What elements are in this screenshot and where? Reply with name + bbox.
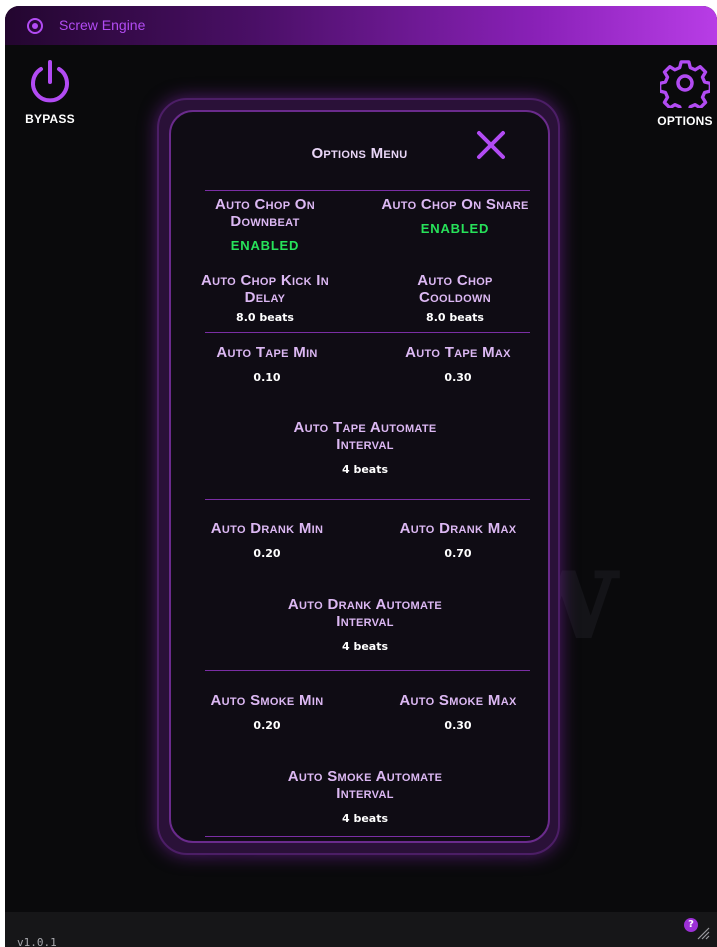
value-auto-smoke-min[interactable]: 0.20 xyxy=(187,719,347,732)
value-auto-smoke-interval[interactable]: 4 beats xyxy=(270,812,460,825)
option-label: Auto Tape Max xyxy=(405,344,511,361)
option-auto-tape-interval: Auto Tape Automate Interval 4 beats xyxy=(270,419,460,476)
option-auto-drank-max: Auto Drank Max 0.70 xyxy=(378,520,538,560)
option-auto-chop-downbeat: Auto Chop On Downbeat ENABLED xyxy=(185,196,345,253)
value-auto-drank-max[interactable]: 0.70 xyxy=(378,547,538,560)
bypass-label: BYPASS xyxy=(25,112,75,126)
option-auto-chop-snare: Auto Chop On Snare ENABLED xyxy=(375,196,535,236)
value-auto-chop-cooldown[interactable]: 8.0 beats xyxy=(385,311,525,324)
divider xyxy=(205,190,530,191)
toggle-auto-chop-snare[interactable]: ENABLED xyxy=(375,221,535,236)
option-auto-drank-interval: Auto Drank Automate Interval 4 beats xyxy=(270,596,460,653)
option-auto-tape-min: Auto Tape Min 0.10 xyxy=(187,344,347,384)
option-auto-tape-max: Auto Tape Max 0.30 xyxy=(378,344,538,384)
modal-title: Options Menu xyxy=(311,145,408,162)
toggle-auto-chop-downbeat[interactable]: ENABLED xyxy=(185,238,345,253)
option-auto-smoke-max: Auto Smoke Max 0.30 xyxy=(378,692,538,732)
power-icon xyxy=(31,60,69,103)
footer-bar: v1.0.1 xyxy=(5,912,717,947)
value-auto-drank-min[interactable]: 0.20 xyxy=(187,547,347,560)
option-label: Auto Smoke Max xyxy=(399,692,517,709)
value-auto-tape-min[interactable]: 0.10 xyxy=(187,371,347,384)
option-label: Auto Smoke Min xyxy=(210,692,324,709)
divider xyxy=(205,499,530,500)
bypass-button[interactable]: BYPASS xyxy=(15,58,85,138)
version-label: v1.0.1 xyxy=(17,936,57,947)
option-label: Auto Drank Automate Interval xyxy=(287,596,443,630)
value-auto-tape-interval[interactable]: 4 beats xyxy=(270,463,460,476)
value-auto-tape-max[interactable]: 0.30 xyxy=(378,371,538,384)
option-label: Auto Tape Min xyxy=(216,344,318,361)
option-label: Auto Chop Kick In Delay xyxy=(200,272,329,306)
options-label: OPTIONS xyxy=(657,114,713,128)
option-auto-smoke-interval: Auto Smoke Automate Interval 4 beats xyxy=(270,768,460,825)
value-auto-smoke-max[interactable]: 0.30 xyxy=(378,719,538,732)
options-button[interactable]: OPTIONS xyxy=(653,58,717,138)
option-label: Auto Drank Min xyxy=(210,520,324,537)
option-label: Auto Tape Automate Interval xyxy=(293,419,437,453)
divider xyxy=(205,670,530,671)
option-auto-chop-kick-delay: Auto Chop Kick In Delay 8.0 beats xyxy=(180,272,350,324)
option-label: Auto Drank Max xyxy=(399,520,517,537)
value-auto-chop-kick-delay[interactable]: 8.0 beats xyxy=(180,311,350,324)
gear-icon xyxy=(660,60,710,108)
option-auto-chop-cooldown: Auto Chop Cooldown 8.0 beats xyxy=(385,272,525,324)
option-label: Auto Chop Cooldown xyxy=(417,272,493,306)
resize-grip-icon[interactable] xyxy=(694,924,710,940)
divider xyxy=(205,836,530,837)
divider xyxy=(205,332,530,333)
option-label: Auto Chop On Snare xyxy=(381,196,529,213)
option-label: Auto Chop On Downbeat xyxy=(214,196,316,230)
option-label: Auto Smoke Automate Interval xyxy=(287,768,443,802)
value-auto-drank-interval[interactable]: 4 beats xyxy=(270,640,460,653)
option-auto-drank-min: Auto Drank Min 0.20 xyxy=(187,520,347,560)
option-auto-smoke-min: Auto Smoke Min 0.20 xyxy=(187,692,347,732)
